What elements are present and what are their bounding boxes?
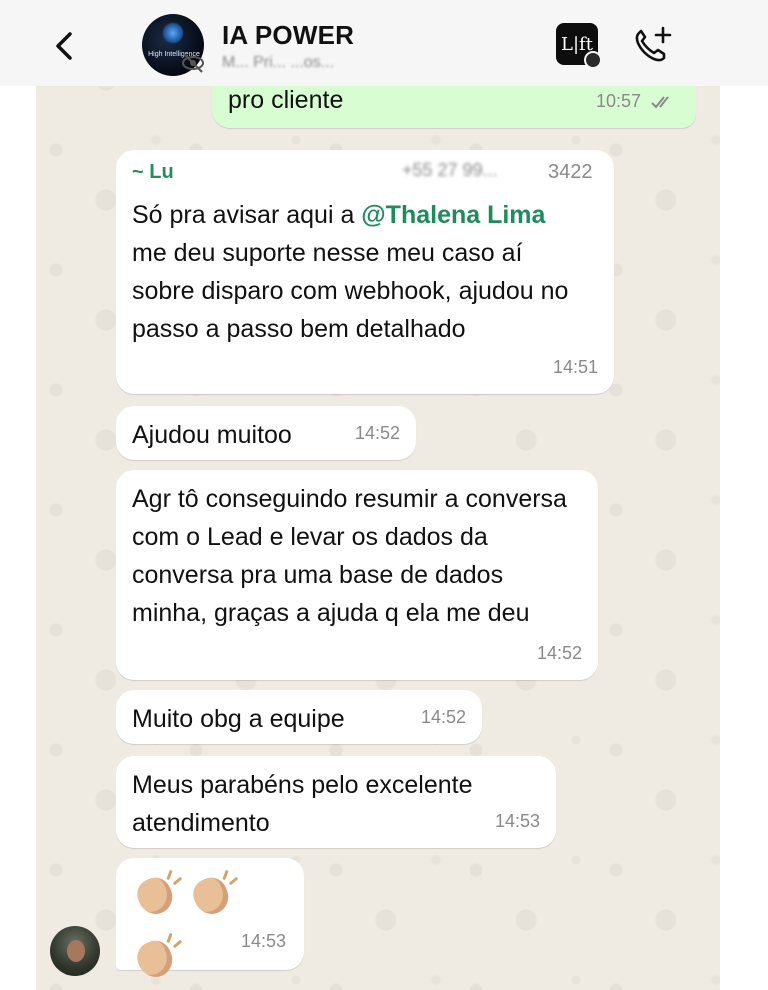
message-time: 14:53 (240, 931, 286, 951)
brain-logo-icon (162, 22, 184, 44)
eye-off-icon (182, 53, 204, 73)
sender-phone-suffix: 3422 (548, 161, 593, 183)
message-time: 14:53 (494, 811, 540, 831)
chat-header: High Intelligence IA POWER M... Pri... .… (0, 0, 768, 86)
chevron-badge-icon (584, 51, 602, 69)
group-name[interactable]: IA POWER (222, 20, 354, 51)
message-bubble-incoming[interactable]: ~ Lu +55 27 99... 3422 Só pra avisar aqu… (116, 150, 614, 394)
message-bubble-incoming[interactable]: Meus parabéns pelo excelente atendimento… (116, 756, 556, 848)
chevron-left-icon[interactable] (50, 28, 80, 64)
mention-link[interactable]: @Thalena Lima (361, 201, 545, 229)
sender-avatar[interactable] (50, 926, 100, 976)
message-text: Muito obg a equipe (132, 705, 345, 733)
message-text: pro cliente (228, 86, 344, 114)
sender-name[interactable]: ~ Lu (132, 161, 174, 183)
app-shortcut-icon[interactable]: L|ft (556, 23, 602, 69)
message-text: Meus parabéns pelo excelente atendimento (132, 771, 473, 837)
clapping-hands-icon (187, 869, 240, 920)
message-bubble-incoming[interactable]: Ajudou muitoo 14:52 (116, 406, 416, 460)
message-bubble-incoming[interactable]: Muito obg a equipe 14:52 (116, 690, 482, 744)
message-text: Agr tô conseguindo resumir a conversa co… (132, 485, 567, 627)
phone-add-icon[interactable] (630, 24, 674, 66)
message-bubble-incoming[interactable]: Agr tô conseguindo resumir a conversa co… (116, 470, 598, 680)
message-text: Só pra avisar aqui a @Thalena Lima me de… (132, 201, 569, 343)
message-text: Ajudou muitoo (132, 421, 292, 449)
message-time: 14:52 (420, 707, 466, 727)
message-time: 14:51 (552, 357, 598, 377)
message-time: 14:52 (354, 423, 400, 443)
group-members[interactable]: M... Pri... ...os... (222, 54, 334, 72)
clapping-hands-icon (131, 869, 184, 920)
message-time: 14:52 (536, 643, 582, 663)
double-check-icon (651, 96, 669, 109)
message-bubble-incoming[interactable]: 14:53 (116, 858, 304, 983)
sender-phone-blurred: +55 27 99... (402, 160, 498, 180)
message-time: 10:57 (595, 91, 641, 111)
clapping-hands-icon (131, 932, 184, 983)
